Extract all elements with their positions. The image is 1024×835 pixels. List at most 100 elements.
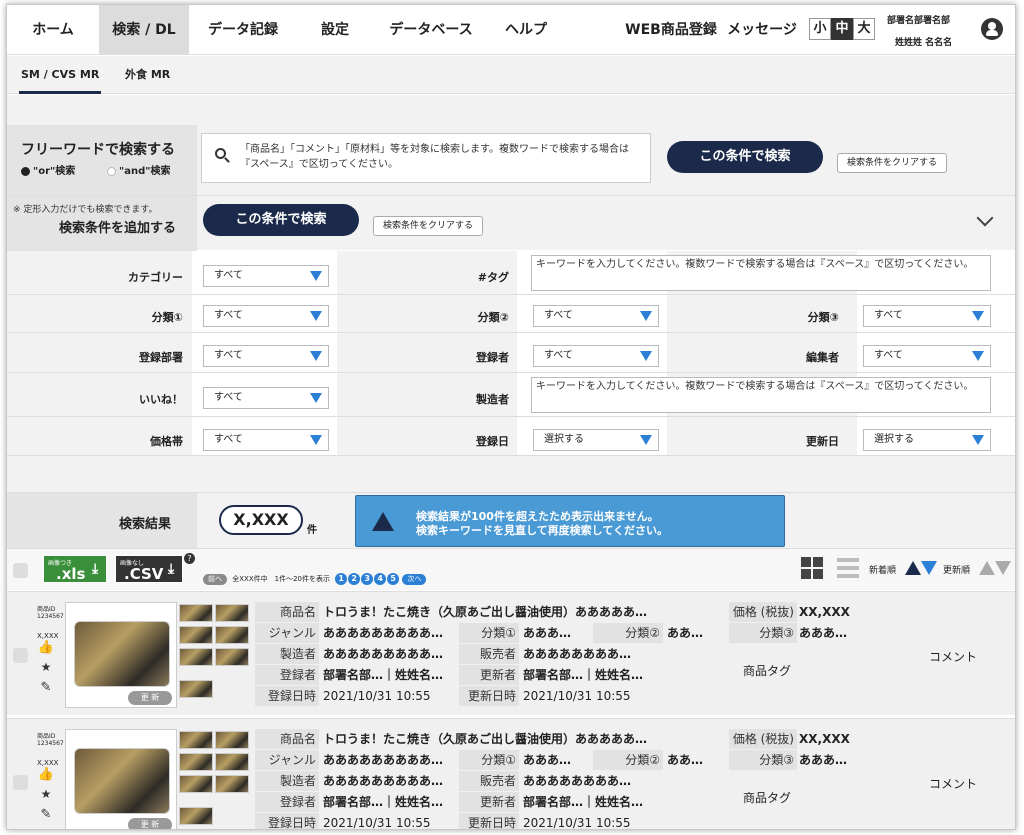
download-xls-button[interactable]: 画像つき .xls ⤓ bbox=[43, 555, 107, 583]
edit-icon[interactable]: ✎ bbox=[37, 680, 55, 695]
like-label: いいね！ bbox=[139, 393, 183, 406]
nav-settings[interactable]: 設定 bbox=[305, 5, 365, 55]
product-image[interactable]: 更 新 bbox=[65, 602, 177, 708]
sub-image[interactable] bbox=[215, 753, 249, 771]
font-size-small[interactable]: 小 bbox=[809, 18, 831, 40]
bookmark-icon[interactable]: ★ bbox=[37, 660, 55, 674]
tab-sm-cvs[interactable]: SM / CVS MR bbox=[19, 56, 102, 94]
and-radio[interactable]: "and"検索 bbox=[107, 162, 170, 177]
class2-value: ああ… bbox=[667, 753, 704, 767]
update-label: 更新日 bbox=[806, 435, 839, 448]
radio-selected-icon bbox=[21, 166, 30, 176]
spacer-band bbox=[7, 95, 1015, 125]
freeword-search-button[interactable]: この条件で検索 bbox=[667, 141, 823, 173]
edit-icon[interactable]: ✎ bbox=[37, 807, 55, 822]
product-name[interactable]: トロうま！たこ焼き（久原あご出し醤油使用）あああああ… bbox=[323, 729, 723, 749]
update-button[interactable]: 更 新 bbox=[128, 818, 172, 829]
update-button[interactable]: 更 新 bbox=[128, 691, 172, 705]
product-image[interactable]: 更 新 bbox=[65, 729, 177, 829]
font-size-medium[interactable]: 中 bbox=[831, 18, 853, 40]
nav-search-dl[interactable]: 検索 / DL bbox=[99, 5, 189, 55]
sort-asc-icon[interactable] bbox=[979, 561, 995, 575]
sub-image[interactable] bbox=[179, 731, 213, 749]
label-genre: ジャンル bbox=[255, 750, 319, 770]
freeword-input[interactable]: 「商品名」「コメント」「原材料」等を対象に検索します。複数ワードで検索する場合は… bbox=[201, 133, 651, 183]
sort-update-label[interactable]: 更新順 bbox=[943, 563, 970, 576]
label-regdate: 登録日時 bbox=[255, 813, 319, 829]
product-name[interactable]: トロうま！たこ焼き（久原あご出し醤油使用）あああああ… bbox=[323, 602, 723, 622]
class1-select[interactable]: すべて bbox=[203, 305, 329, 327]
result-card[interactable]: 商品ID 1234567 X,XXX 👍 ★ ✎ 更 新 商品名 トロうま！たこ焼… bbox=[7, 591, 1015, 715]
nav-message[interactable]: メッセージ bbox=[723, 5, 801, 55]
sub-image[interactable] bbox=[215, 775, 249, 793]
sub-image[interactable] bbox=[215, 648, 249, 666]
maker-input[interactable]: キーワードを入力してください。複数ワードで検索する場合は『スペース』で区切ってく… bbox=[531, 377, 991, 413]
category-select[interactable]: すべて bbox=[203, 265, 329, 287]
help-icon[interactable]: ? bbox=[184, 553, 195, 564]
sort-new-label[interactable]: 新着順 bbox=[869, 563, 896, 576]
label-class3: 分類③ bbox=[729, 623, 797, 643]
card-checkbox[interactable] bbox=[13, 775, 28, 790]
sort-asc-icon[interactable] bbox=[905, 561, 921, 575]
nav-web-register[interactable]: WEB商品登録 bbox=[617, 5, 725, 55]
bookmark-icon[interactable]: ★ bbox=[37, 787, 55, 801]
sub-image[interactable] bbox=[179, 648, 213, 666]
nav-data-record[interactable]: データ記録 bbox=[193, 5, 293, 55]
page-1-button[interactable]: 1 bbox=[335, 573, 348, 585]
page-4-button[interactable]: 4 bbox=[374, 573, 387, 585]
class3-select[interactable]: すべて bbox=[863, 305, 991, 327]
or-radio[interactable]: "or"検索 bbox=[21, 162, 75, 177]
regdate-select[interactable]: 選択する bbox=[533, 429, 659, 451]
sub-image[interactable] bbox=[179, 807, 213, 825]
font-size-large[interactable]: 大 bbox=[853, 18, 875, 40]
tab-restaurant[interactable]: 外食 MR bbox=[125, 56, 170, 94]
dropdown-arrow-icon bbox=[310, 351, 322, 361]
next-page-button[interactable]: 次へ bbox=[402, 574, 427, 585]
sub-image[interactable] bbox=[179, 626, 213, 644]
add-condition-clear-button[interactable]: 検索条件をクリアする bbox=[373, 216, 483, 236]
prev-page-button[interactable]: 前へ bbox=[203, 574, 227, 585]
grid-view-icon[interactable] bbox=[801, 557, 823, 579]
page-3-button[interactable]: 3 bbox=[361, 573, 374, 585]
user-avatar-icon[interactable] bbox=[981, 18, 1003, 40]
genre-value: あああああああああ… bbox=[323, 626, 444, 640]
download-csv-button[interactable]: 画像なし .CSV ⤓ bbox=[115, 555, 183, 583]
card-checkbox[interactable] bbox=[13, 648, 28, 663]
add-condition-search-button[interactable]: この条件で検索 bbox=[203, 204, 359, 236]
registrant-select[interactable]: すべて bbox=[533, 345, 659, 367]
dropdown-arrow-icon bbox=[972, 351, 984, 361]
sub-image[interactable] bbox=[179, 775, 213, 793]
list-view-icon[interactable] bbox=[837, 557, 859, 579]
freeword-clear-button[interactable]: 検索条件をクリアする bbox=[837, 153, 947, 173]
sub-image[interactable] bbox=[215, 626, 249, 644]
sub-image[interactable] bbox=[215, 731, 249, 749]
select-all-checkbox[interactable] bbox=[13, 563, 28, 578]
chevron-down-icon[interactable] bbox=[976, 209, 994, 227]
comment-label: コメント bbox=[929, 777, 978, 791]
sub-image[interactable] bbox=[215, 604, 249, 622]
class2-select[interactable]: すべて bbox=[533, 305, 659, 327]
nav-help[interactable]: ヘルプ bbox=[491, 5, 561, 55]
update-select[interactable]: 選択する bbox=[863, 429, 991, 451]
sub-image[interactable] bbox=[179, 604, 213, 622]
nav-database[interactable]: データベース bbox=[379, 5, 483, 55]
editor-select[interactable]: すべて bbox=[863, 345, 991, 367]
tag-input[interactable]: キーワードを入力してください。複数ワードで検索する場合は『スペース』で区切ってく… bbox=[531, 255, 991, 291]
sort-desc-icon[interactable] bbox=[921, 561, 937, 575]
dept-select[interactable]: すべて bbox=[203, 345, 329, 367]
nav-home[interactable]: ホーム bbox=[7, 5, 99, 55]
sub-image[interactable] bbox=[179, 680, 213, 698]
like-select[interactable]: すべて bbox=[203, 387, 329, 409]
sort-desc-icon[interactable] bbox=[995, 561, 1011, 575]
like-icon[interactable]: 👍 bbox=[37, 640, 55, 655]
price-select[interactable]: すべて bbox=[203, 429, 329, 451]
product-code: 商品ID 1234567 bbox=[37, 733, 64, 747]
sub-image[interactable] bbox=[179, 753, 213, 771]
like-icon[interactable]: 👍 bbox=[37, 767, 55, 782]
freeword-row: フリーワードで検索する "or"検索 "and"検索 「商品名」「コメント」「原… bbox=[7, 125, 1015, 195]
page-5-button[interactable]: 5 bbox=[387, 573, 400, 585]
page-2-button[interactable]: 2 bbox=[348, 573, 361, 585]
editor-label: 編集者 bbox=[806, 351, 839, 364]
result-card[interactable]: 商品ID 1234567 X,XXX 👍 ★ ✎ 更 新 商品名 トロうま！たこ焼… bbox=[7, 718, 1015, 829]
dropdown-arrow-icon bbox=[310, 311, 322, 321]
